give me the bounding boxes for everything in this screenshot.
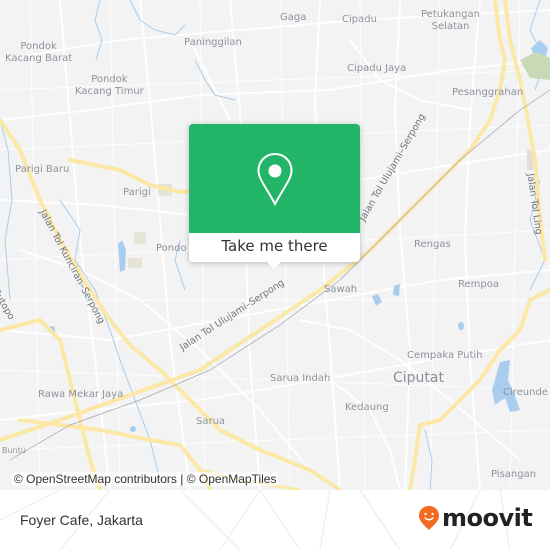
location-popup[interactable]: Take me there: [189, 124, 360, 269]
place-label-pisangan: Pisangan: [491, 469, 537, 480]
popup-pointer: [266, 261, 282, 269]
place-label-sawah: Sawah: [324, 284, 358, 295]
place-label-pondok-kacang-timur: Pondok Kacang Timur: [75, 74, 144, 97]
place-label-pesanggrahan: Pesanggrahan: [452, 87, 524, 98]
map-attribution[interactable]: © OpenStreetMap contributors | © OpenMap…: [12, 472, 279, 486]
place-label-paninggilan: Paninggilan: [184, 37, 242, 48]
place-label-petukangan-selatan: Petukangan Selatan: [421, 9, 480, 32]
moovit-logo[interactable]: moovit: [418, 504, 533, 532]
place-label-gaga: Gaga: [280, 12, 307, 23]
map[interactable]: Gaga Cipadu Petukangan Selatan Pondok Ka…: [0, 0, 550, 490]
take-me-there-button[interactable]: Take me there: [189, 233, 360, 262]
place-label-pondok: Pondo: [156, 243, 187, 254]
moovit-wordmark: moovit: [442, 504, 533, 532]
place-label-cipadu: Cipadu: [342, 14, 377, 25]
place-label-kedaung: Kedaung: [345, 402, 389, 413]
place-label-rawa-mekar-jaya: Rawa Mekar Jaya: [38, 389, 124, 400]
moovit-pin-icon: [419, 506, 439, 530]
place-label-cireundeu: Cireunde: [503, 387, 548, 398]
location-title: Foyer Cafe, Jakarta: [20, 512, 143, 528]
place-label-buntu: Buntu: [2, 446, 26, 455]
place-label-cipadu-jaya: Cipadu Jaya: [347, 63, 407, 74]
place-label-sarua-indah: Sarua Indah: [270, 373, 331, 384]
place-label-rengas: Rengas: [414, 239, 451, 250]
place-label-parigi-baru: Parigi Baru: [15, 164, 70, 175]
footer-bar: Foyer Cafe, Jakarta moovit: [0, 490, 550, 550]
popup-header: [189, 124, 360, 233]
map-pin-icon: [257, 152, 293, 207]
place-label-ciputat: Ciputat: [393, 370, 444, 386]
place-label-parigi: Parigi: [123, 187, 151, 198]
place-label-rempoa: Rempoa: [458, 279, 499, 290]
place-label-cempaka-putih: Cempaka Putih: [407, 350, 483, 361]
place-label-sarua: Sarua: [196, 416, 226, 427]
place-label-pondok-kacang-barat: Pondok Kacang Barat: [5, 41, 73, 64]
